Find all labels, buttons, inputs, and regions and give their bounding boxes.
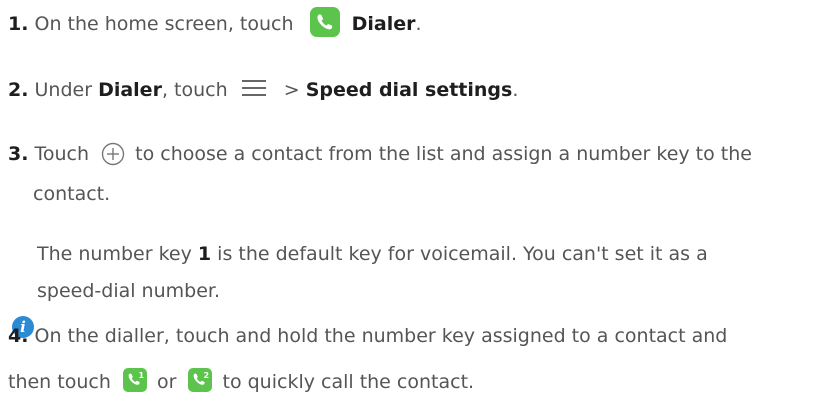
step-text-middle: , touch — [161, 79, 228, 101]
step-text-line-2: contact. — [33, 183, 111, 205]
step-number: 4. — [8, 325, 29, 347]
step-number: 1. — [8, 13, 29, 35]
speed-dial-1-icon: 1 — [122, 367, 147, 392]
step-text: On the home screen, touch — [34, 13, 294, 35]
menu-icon — [241, 79, 266, 98]
step-text-or: or — [156, 371, 177, 393]
step-text-end: to quickly call the contact. — [222, 371, 475, 393]
step-text-end: . — [512, 79, 519, 101]
step-2: 2. Under Dialer, touch > Speed dial sett… — [8, 70, 809, 110]
step-text: Under — [34, 79, 93, 101]
step-text: Touch — [34, 143, 90, 165]
step-1: 1. On the home screen, touch Dialer. — [8, 4, 809, 44]
step-3: 3. Touch to choose a contact from the li… — [8, 134, 809, 174]
menu-separator: > — [283, 79, 300, 101]
note: The number key 1 is the default key for … — [37, 236, 809, 310]
step-text-end: . — [415, 13, 422, 35]
speed-dial-1-digit: 1 — [138, 371, 144, 380]
step-4: 4. On the dialler, touch and hold the nu… — [8, 316, 809, 356]
note-text: The number key — [37, 243, 192, 265]
add-circle-icon — [101, 140, 125, 165]
note-key-number: 1 — [197, 243, 212, 265]
step-text-line-1: On the dialler, touch and hold the numbe… — [34, 325, 728, 347]
speed-dial-settings-label: Speed dial settings — [305, 79, 513, 101]
step-text-line-1: to choose a contact from the list and as… — [135, 143, 752, 165]
step-number: 2. — [8, 79, 29, 101]
note-second-line: speed-dial number. — [37, 280, 221, 302]
speed-dial-2-digit: 2 — [204, 371, 210, 380]
note-text-rest: is the default key for voicemail. You ca… — [217, 243, 708, 265]
dialer-label: Dialer — [98, 79, 162, 101]
step-4-continuation: then touch 1 or 2 to quickly call the co… — [8, 362, 809, 402]
step-number: 3. — [8, 143, 29, 165]
note-first-line: The number key 1 is the default key for … — [37, 236, 809, 273]
step-3-continuation: contact. — [33, 174, 809, 214]
speed-dial-2-icon: 2 — [188, 367, 213, 392]
dialer-app-icon — [309, 6, 340, 37]
dialer-label: Dialer — [351, 13, 416, 35]
step-text: then touch — [8, 371, 111, 393]
